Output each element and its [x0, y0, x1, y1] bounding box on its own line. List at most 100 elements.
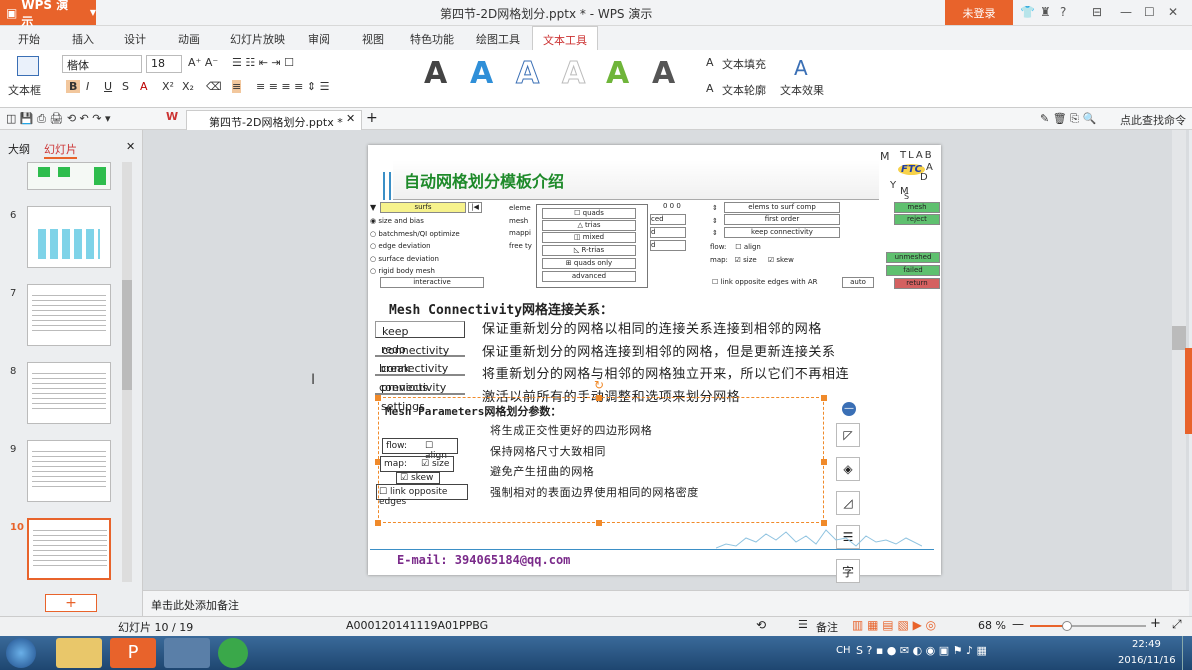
notes-toggle[interactable]: 备注: [816, 619, 838, 635]
font-select[interactable]: 楷体: [62, 55, 142, 73]
font-color-button[interactable]: A: [140, 80, 148, 93]
menu-review[interactable]: 审阅: [308, 31, 330, 47]
tab-outline[interactable]: 大纲: [8, 141, 30, 157]
mid-field-3[interactable]: d: [650, 240, 686, 251]
slide-thumb-5[interactable]: [27, 162, 111, 190]
new-icon[interactable]: ◫ 💾 ⎙ 🖨 ⟲ ↶ ↷ ▾: [6, 112, 111, 126]
updown-icons[interactable]: ⇕ ⇕ ⇕: [712, 202, 718, 240]
zoom-in-icon[interactable]: +: [1150, 616, 1161, 631]
menu-insert[interactable]: 插入: [72, 31, 94, 47]
down-arrow-icon[interactable]: ▼: [370, 203, 376, 212]
shape-edit-icon[interactable]: ◸: [836, 423, 860, 447]
resize-handle[interactable]: [821, 520, 827, 526]
popup-trias[interactable]: △ trias: [542, 220, 636, 231]
zoom-slider[interactable]: [1030, 621, 1146, 631]
resize-handle[interactable]: [596, 395, 602, 401]
side-handle[interactable]: [1185, 348, 1192, 434]
underline-button[interactable]: U: [104, 80, 112, 93]
interactive-button[interactable]: interactive: [380, 277, 484, 288]
textbox-icon[interactable]: [17, 56, 39, 76]
popup-r-trias[interactable]: ◺ R-trias: [542, 245, 636, 256]
radio-edge-deviation[interactable]: ○ edge deviation: [370, 240, 460, 253]
close-tab-icon[interactable]: ✕: [346, 112, 355, 125]
login-button[interactable]: 未登录: [945, 0, 1013, 25]
popup-quads-only[interactable]: ⊞ quads only: [542, 258, 636, 269]
close-icon[interactable]: ✕: [1168, 5, 1178, 19]
text-outline-button[interactable]: 文本轮廓: [722, 82, 766, 98]
tray-icons[interactable]: S ? ▪ ● ✉ ◐ ◉ ▣ ⚑ ♪ ▦: [856, 644, 987, 657]
text-fill-button[interactable]: 文本填充: [722, 56, 766, 72]
shirt-icon[interactable]: 👕: [1020, 5, 1035, 19]
text-style-5[interactable]: A: [606, 56, 629, 91]
slide-thumb-10[interactable]: [27, 518, 111, 580]
text-effect-icon[interactable]: A: [794, 56, 808, 80]
elems-to-surf-comp-button[interactable]: elems to surf comp: [724, 202, 840, 213]
text-style-6[interactable]: A: [652, 56, 675, 91]
menu-text-tools[interactable]: 文本工具: [532, 26, 598, 50]
text-effect-button[interactable]: 文本效果: [780, 82, 824, 98]
font-size-select[interactable]: 18: [146, 55, 182, 73]
radio-surface-deviation[interactable]: ○ surface deviation: [370, 253, 460, 266]
start-button[interactable]: [6, 638, 36, 668]
wps-tab-icon[interactable]: W: [166, 110, 178, 123]
slide-thumb-9[interactable]: [27, 440, 111, 502]
reject-button[interactable]: reject: [894, 214, 940, 225]
slide-thumb-8[interactable]: [27, 362, 111, 424]
link-opposite-checkbox[interactable]: ☐ link opposite edges with AR: [712, 278, 818, 286]
grow-font-icon[interactable]: A⁺ A⁻: [188, 56, 218, 69]
text-style-1[interactable]: A: [424, 56, 447, 91]
outline-icon[interactable]: ◿: [836, 491, 860, 515]
superscript-button[interactable]: X²: [162, 80, 174, 93]
resize-handle[interactable]: [375, 395, 381, 401]
popup-quads[interactable]: ☐ quads: [542, 208, 636, 219]
subscript-button[interactable]: X₂: [182, 80, 194, 93]
resize-handle[interactable]: [596, 520, 602, 526]
align-left-icon[interactable]: ≡: [232, 80, 242, 93]
close-panel-icon[interactable]: ✕: [126, 140, 135, 153]
wps-app-icon[interactable]: P: [110, 638, 156, 668]
browser-app-icon[interactable]: [218, 638, 248, 668]
tab-slides[interactable]: 幻灯片: [44, 141, 77, 159]
maximize-icon[interactable]: ☐: [1144, 5, 1155, 19]
skin-icon[interactable]: ♜: [1040, 5, 1051, 19]
menu-home[interactable]: 开始: [18, 31, 40, 47]
text-style-2[interactable]: A: [470, 56, 493, 91]
resize-handle[interactable]: [821, 459, 827, 465]
surfs-tab[interactable]: surfs: [380, 202, 466, 213]
bold-button[interactable]: B: [66, 80, 81, 93]
radio-rigid-body[interactable]: ○ rigid body mesh: [370, 265, 460, 278]
help-icon[interactable]: ?: [1060, 5, 1066, 19]
text-outline-icon[interactable]: A: [706, 82, 714, 95]
failed-button[interactable]: failed: [886, 265, 940, 276]
slide-thumb-7[interactable]: [27, 284, 111, 346]
workspace-scrollbar[interactable]: [1172, 130, 1186, 590]
notes-icon[interactable]: ☰: [798, 618, 808, 631]
lang-indicator[interactable]: CH: [836, 645, 851, 656]
notes-area[interactable]: 单击此处添加备注: [143, 590, 1189, 616]
unmeshed-button[interactable]: unmeshed: [886, 252, 940, 263]
italic-button[interactable]: I: [86, 80, 89, 93]
add-slide-button[interactable]: +: [45, 594, 97, 612]
app-menu-button[interactable]: ▣ WPS 演示 ▼: [0, 0, 96, 29]
strikethrough-button[interactable]: S: [122, 80, 129, 93]
keep-connectivity-button[interactable]: keep connectivity: [724, 227, 840, 238]
return-button[interactable]: return: [894, 278, 940, 289]
popup-advanced[interactable]: advanced: [542, 271, 636, 282]
bullets-icon[interactable]: ☰ ☷ ⇤ ⇥ ☐: [232, 56, 294, 69]
menu-slideshow[interactable]: 幻灯片放映: [230, 31, 285, 47]
menu-view[interactable]: 视图: [362, 31, 384, 47]
tab-document[interactable]: 第四节-2D网格划分.pptx *: [186, 110, 362, 130]
menu-features[interactable]: 特色功能: [410, 31, 454, 47]
minimize-icon[interactable]: —: [1120, 5, 1132, 19]
radio-batchmesh[interactable]: ○ batchmesh/QI optimize: [370, 228, 460, 241]
zoom-out-icon[interactable]: —: [1012, 617, 1024, 631]
view-normal-icon[interactable]: ▥ ▦ ▤ ▧ ▶ ◎: [852, 618, 936, 632]
radio-size-bias[interactable]: ◉ size and bias: [370, 215, 460, 228]
fill-bucket-icon[interactable]: ◈: [836, 457, 860, 481]
menu-design[interactable]: 设计: [124, 31, 146, 47]
explorer-app-icon[interactable]: [56, 638, 102, 668]
text-icon[interactable]: 字: [836, 559, 860, 583]
menu-drawing-tools[interactable]: 绘图工具: [476, 31, 520, 47]
rotate-handle-icon[interactable]: ↻: [594, 378, 604, 392]
clear-format-icon[interactable]: ⌫: [206, 80, 222, 93]
